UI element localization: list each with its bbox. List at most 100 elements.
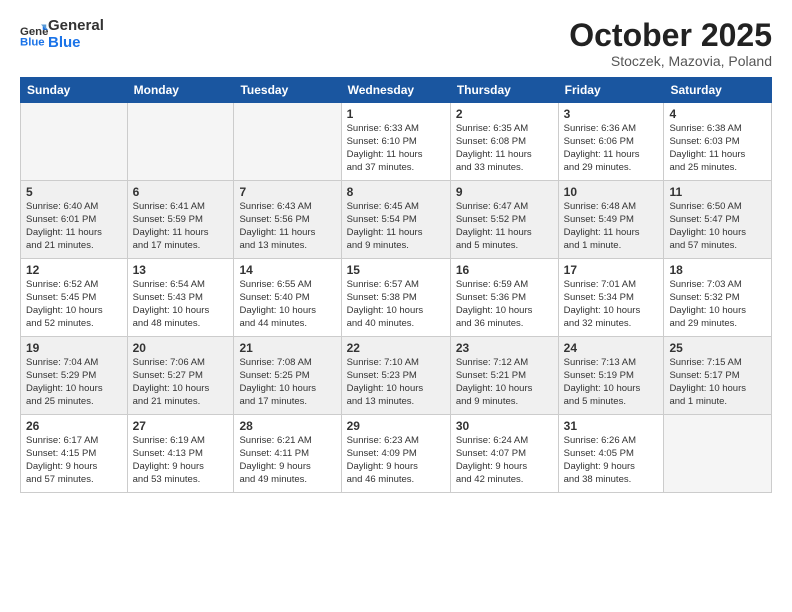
day-number: 18 [669, 263, 766, 277]
day-number: 12 [26, 263, 122, 277]
day-number: 31 [564, 419, 659, 433]
cell-text-line: Sunset: 6:03 PM [669, 136, 766, 149]
day-number: 4 [669, 107, 766, 121]
cell-text-line: Daylight: 10 hours [564, 383, 659, 396]
cell-text-line: Daylight: 9 hours [133, 461, 229, 474]
cell-text-line: Sunrise: 6:35 AM [456, 123, 553, 136]
cell-text-line: and 32 minutes. [564, 318, 659, 331]
calendar-cell: 18Sunrise: 7:03 AMSunset: 5:32 PMDayligh… [664, 259, 772, 337]
day-number: 14 [239, 263, 335, 277]
cell-text-line: Sunrise: 7:04 AM [26, 357, 122, 370]
day-number: 21 [239, 341, 335, 355]
cell-text-line: and 21 minutes. [26, 240, 122, 253]
cell-text-line: Sunset: 5:47 PM [669, 214, 766, 227]
col-header-friday: Friday [558, 78, 664, 103]
day-number: 27 [133, 419, 229, 433]
cell-text-line: Daylight: 10 hours [26, 383, 122, 396]
cell-text-line: Sunrise: 6:38 AM [669, 123, 766, 136]
cell-text-line: Daylight: 10 hours [133, 305, 229, 318]
col-header-thursday: Thursday [450, 78, 558, 103]
cell-text-line: and 17 minutes. [133, 240, 229, 253]
cell-text-line: Sunset: 5:27 PM [133, 370, 229, 383]
cell-text-line: Sunrise: 6:57 AM [347, 279, 445, 292]
calendar-cell: 7Sunrise: 6:43 AMSunset: 5:56 PMDaylight… [234, 181, 341, 259]
calendar-cell: 12 Sunrise: 6:52 AMSunset: 5:45 PMDayligh… [21, 259, 128, 337]
cell-text-line: and 9 minutes. [347, 240, 445, 253]
cell-text-line: Sunrise: 7:13 AM [564, 357, 659, 370]
calendar-cell: 21Sunrise: 7:08 AMSunset: 5:25 PMDayligh… [234, 337, 341, 415]
cell-text-line: and 36 minutes. [456, 318, 553, 331]
cell-text-line: Sunrise: 6:24 AM [456, 435, 553, 448]
day-number: 1 [347, 107, 445, 121]
cell-text-line: Sunrise: 7:08 AM [239, 357, 335, 370]
day-number: 3 [564, 107, 659, 121]
cell-text-line: and 46 minutes. [347, 474, 445, 487]
calendar-cell: 29Sunrise: 6:23 AMSunset: 4:09 PMDayligh… [341, 415, 450, 493]
cell-text-line: Sunset: 5:49 PM [564, 214, 659, 227]
cell-text-line: Sunset: 5:17 PM [669, 370, 766, 383]
calendar-cell: 9Sunrise: 6:47 AMSunset: 5:52 PMDaylight… [450, 181, 558, 259]
calendar-cell: 26Sunrise: 6:17 AMSunset: 4:15 PMDayligh… [21, 415, 128, 493]
cell-text-line: Daylight: 10 hours [669, 227, 766, 240]
calendar-week-3: 12Sunrise: 6:52 AMSunset: 5:45 PMDayligh… [21, 259, 772, 337]
day-number: 29 [347, 419, 445, 433]
cell-text-line: Daylight: 11 hours [456, 227, 553, 240]
cell-text-line: Daylight: 9 hours [564, 461, 659, 474]
day-number: 20 [133, 341, 229, 355]
cell-text-line: and 17 minutes. [239, 396, 335, 409]
cell-text-line: Sunset: 5:21 PM [456, 370, 553, 383]
cell-text-line: Sunset: 5:36 PM [456, 292, 553, 305]
cell-text-line: Sunrise: 6:52 AM [26, 279, 122, 292]
day-number: 7 [239, 185, 335, 199]
svg-text:Blue: Blue [20, 36, 45, 48]
cell-text-line: Sunset: 6:01 PM [26, 214, 122, 227]
calendar-cell: 15Sunrise: 6:57 AMSunset: 5:38 PMDayligh… [341, 259, 450, 337]
cell-text-line: Sunrise: 6:48 AM [564, 201, 659, 214]
month-title: October 2025 [569, 18, 772, 53]
calendar-cell: 11 Sunrise: 6:50 AMSunset: 5:47 PMDayligh… [664, 181, 772, 259]
calendar-cell: 16Sunrise: 6:59 AMSunset: 5:36 PMDayligh… [450, 259, 558, 337]
day-number: 17 [564, 263, 659, 277]
calendar-cell: 25Sunrise: 7:15 AMSunset: 5:17 PMDayligh… [664, 337, 772, 415]
cell-text-line: Daylight: 10 hours [347, 305, 445, 318]
title-block: October 2025 Stoczek, Mazovia, Poland [569, 18, 772, 69]
calendar-cell [234, 103, 341, 181]
day-number: 23 [456, 341, 553, 355]
cell-text-line: Daylight: 10 hours [26, 305, 122, 318]
day-number: 9 [456, 185, 553, 199]
cell-text-line: Sunrise: 7:01 AM [564, 279, 659, 292]
cell-text-line: Daylight: 9 hours [347, 461, 445, 474]
day-number: 8 [347, 185, 445, 199]
calendar-cell: 13Sunrise: 6:54 AMSunset: 5:43 PMDayligh… [127, 259, 234, 337]
cell-text-line: Daylight: 10 hours [133, 383, 229, 396]
day-number: 19 [26, 341, 122, 355]
cell-text-line: Sunrise: 6:36 AM [564, 123, 659, 136]
cell-text-line: Daylight: 10 hours [239, 305, 335, 318]
col-header-wednesday: Wednesday [341, 78, 450, 103]
cell-text-line: Sunrise: 6:23 AM [347, 435, 445, 448]
cell-text-line: Sunrise: 7:03 AM [669, 279, 766, 292]
calendar-week-1: 1Sunrise: 6:33 AMSunset: 6:10 PMDaylight… [21, 103, 772, 181]
cell-text-line: Sunset: 5:43 PM [133, 292, 229, 305]
cell-text-line: Daylight: 11 hours [669, 149, 766, 162]
day-number: 28 [239, 419, 335, 433]
cell-text-line: and 5 minutes. [456, 240, 553, 253]
page: General Blue General Blue October 2025 S… [0, 0, 792, 612]
cell-text-line: Sunset: 4:05 PM [564, 448, 659, 461]
cell-text-line: Sunset: 5:23 PM [347, 370, 445, 383]
cell-text-line: and 52 minutes. [26, 318, 122, 331]
cell-text-line: Sunset: 5:40 PM [239, 292, 335, 305]
cell-text-line: and 53 minutes. [133, 474, 229, 487]
day-number: 11 [669, 185, 766, 199]
calendar-cell: 4 Sunrise: 6:38 AMSunset: 6:03 PMDaylight… [664, 103, 772, 181]
cell-text-line: Sunrise: 6:55 AM [239, 279, 335, 292]
day-number: 26 [26, 419, 122, 433]
cell-text-line: and 9 minutes. [456, 396, 553, 409]
calendar-week-5: 26Sunrise: 6:17 AMSunset: 4:15 PMDayligh… [21, 415, 772, 493]
cell-text-line: and 33 minutes. [456, 162, 553, 175]
cell-text-line: Sunset: 5:45 PM [26, 292, 122, 305]
cell-text-line: Sunrise: 6:50 AM [669, 201, 766, 214]
calendar-cell: 24Sunrise: 7:13 AMSunset: 5:19 PMDayligh… [558, 337, 664, 415]
cell-text-line: Daylight: 11 hours [564, 149, 659, 162]
cell-text-line: and 13 minutes. [239, 240, 335, 253]
